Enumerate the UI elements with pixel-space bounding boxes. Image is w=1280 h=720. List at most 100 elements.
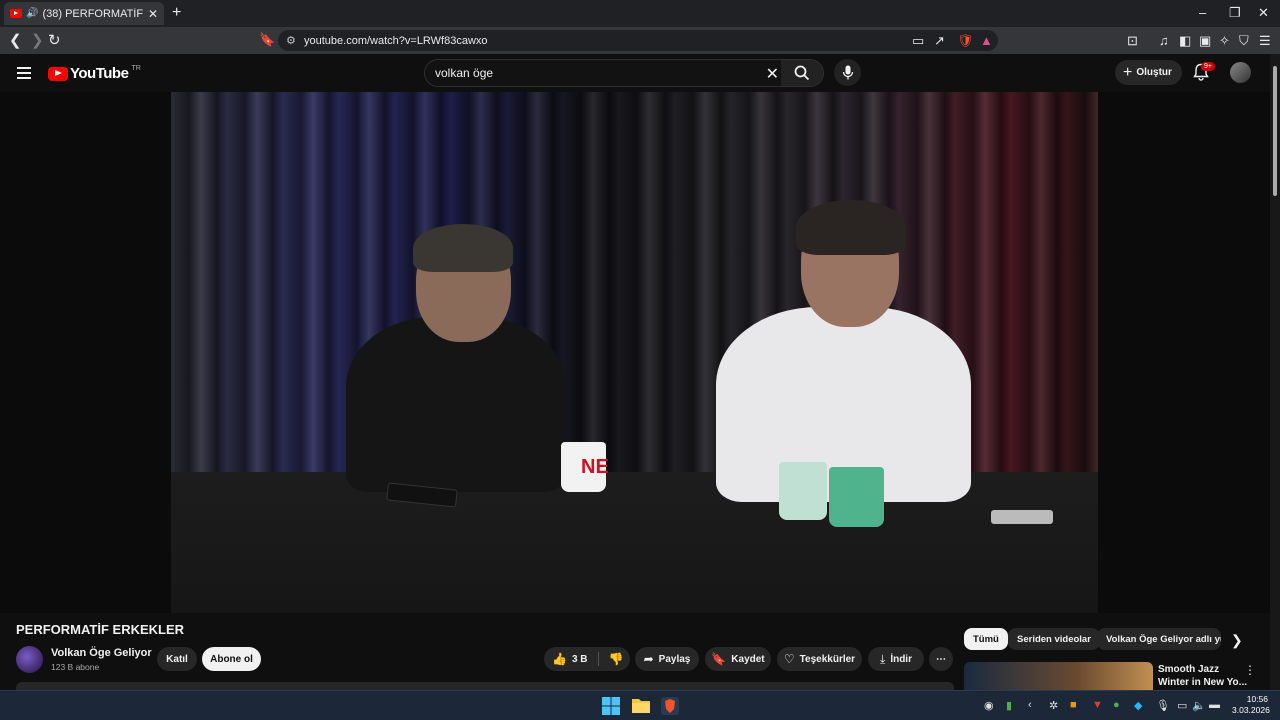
subscribe-button[interactable]: Abone ol xyxy=(202,647,261,671)
mug-green xyxy=(829,467,884,527)
page-scrollbar[interactable] xyxy=(1270,54,1280,690)
youtube-play-icon xyxy=(48,66,68,81)
like-icon[interactable]: 👍 xyxy=(552,652,567,666)
forward-icon[interactable]: ❯ xyxy=(31,31,44,49)
search-box[interactable]: volkan öge ✕ xyxy=(424,59,824,87)
sidebar-icon[interactable]: ◧ xyxy=(1179,33,1191,49)
restore-button[interactable]: ❐ xyxy=(1229,5,1241,21)
minimize-button[interactable]: – xyxy=(1199,5,1206,20)
chip-series[interactable]: Seriden videolar xyxy=(1008,628,1100,650)
tray-volume-icon[interactable]: 🔈 xyxy=(1192,699,1206,712)
guide-menu-icon[interactable] xyxy=(17,67,31,79)
youtube-logo[interactable]: YouTube TR xyxy=(48,65,141,82)
close-tab-icon[interactable]: ✕ xyxy=(148,7,158,21)
dislike-icon[interactable]: 👎 xyxy=(609,652,624,666)
like-divider xyxy=(597,652,599,666)
description-box[interactable] xyxy=(16,682,954,690)
speaker-icon[interactable]: 🔊 xyxy=(26,8,38,19)
clock-time: 10:56 xyxy=(1246,694,1268,704)
tray-power-icon[interactable]: ▬ xyxy=(1209,699,1220,711)
tray-shield-icon[interactable]: ▼ xyxy=(1092,699,1103,711)
chip-channel[interactable]: Volkan Öge Geliyor adlı yük xyxy=(1097,628,1221,650)
notification-badge: 9+ xyxy=(1201,62,1215,71)
user-avatar[interactable] xyxy=(1230,62,1251,83)
recommendation-thumbnail[interactable] xyxy=(964,662,1153,690)
country-code: TR xyxy=(131,65,141,72)
thanks-button[interactable]: ♡ Teşekkürler xyxy=(777,647,862,671)
youtube-favicon-icon xyxy=(10,9,22,18)
tray-mic-icon[interactable]: 🎙 xyxy=(1156,699,1170,712)
channel-avatar[interactable] xyxy=(16,646,43,673)
scrollbar-thumb[interactable] xyxy=(1273,66,1277,196)
super-thanks-icon: ♡ xyxy=(783,652,795,666)
recommendation-title[interactable]: Smooth Jazz Winter in New Yo... xyxy=(1158,663,1248,689)
search-input[interactable]: volkan öge xyxy=(435,66,493,80)
windows-taskbar: ◉ ▮ ‹ ✲ ■ ▼ ● ◆ 🎙 ▭ 🔈 ▬ 10:56 3.03.2026 xyxy=(0,690,1280,720)
plus-icon: + xyxy=(1123,63,1133,81)
video-frame[interactable]: NE xyxy=(171,92,1098,613)
mug-white: NE xyxy=(561,442,609,492)
taskbar-clock[interactable]: 10:56 3.03.2026 xyxy=(1232,694,1270,716)
logo-wordmark: YouTube xyxy=(70,65,129,82)
new-tab-button[interactable]: + xyxy=(172,4,181,22)
url-text: youtube.com/watch?v=LRWf83cawxo xyxy=(304,34,488,47)
tray-app-icon[interactable]: ◉ xyxy=(984,699,994,712)
tray-chevron-icon[interactable]: ‹ xyxy=(1028,699,1032,711)
tray-network-icon[interactable]: ▭ xyxy=(1177,699,1187,712)
file-explorer-icon[interactable] xyxy=(632,697,650,713)
site-info-icon[interactable]: ⚙ xyxy=(286,34,296,47)
voice-search-button[interactable] xyxy=(834,59,861,86)
like-count[interactable]: 3 B xyxy=(572,654,588,665)
create-button[interactable]: + Oluştur xyxy=(1115,60,1182,85)
search-button[interactable] xyxy=(781,60,823,86)
cast-icon[interactable]: ▭ xyxy=(912,33,924,49)
bookmark-save-icon: 🔖 xyxy=(711,652,727,666)
share-label: Paylaş xyxy=(658,653,691,665)
search-icon xyxy=(794,65,810,81)
browser-tab-active[interactable]: 🔊 (38) PERFORMATİF ERKEKLER ✕ xyxy=(4,2,164,25)
channel-name[interactable]: Volkan Öge Geliyor xyxy=(51,647,152,659)
menu-icon[interactable]: ☰ xyxy=(1259,33,1271,49)
leo-ai-icon[interactable]: ✧ xyxy=(1219,33,1230,49)
like-dislike-group: 👍 3 B 👎 xyxy=(544,647,630,671)
back-icon[interactable]: ❮ xyxy=(9,31,22,49)
reload-icon[interactable]: ↻ xyxy=(48,31,61,49)
device-on-table xyxy=(991,510,1053,524)
screenshot-icon[interactable]: ⊡ xyxy=(1127,33,1138,49)
vpn-icon[interactable]: ⛉ xyxy=(1239,33,1249,49)
tray-green-icon[interactable]: ● xyxy=(1113,699,1120,711)
rewards-icon[interactable]: ▲ xyxy=(980,33,993,48)
microphone-icon xyxy=(842,65,853,80)
chevron-right-icon[interactable]: ❯ xyxy=(1231,632,1243,649)
media-icon[interactable]: ♫ xyxy=(1159,33,1169,48)
bookmark-icon[interactable]: 🔖 xyxy=(259,32,275,48)
share-icon: ➦ xyxy=(643,652,654,666)
download-label: İndir xyxy=(890,653,912,665)
save-button[interactable]: 🔖 Kaydet xyxy=(705,647,771,671)
chip-all[interactable]: Tümü xyxy=(964,628,1008,650)
join-button[interactable]: Katıl xyxy=(157,647,197,671)
video-player[interactable]: NE xyxy=(0,92,1270,613)
more-actions-button[interactable]: ⋯ xyxy=(929,647,953,671)
mug-mint xyxy=(779,462,827,520)
recommendation-more-icon[interactable]: ⋮ xyxy=(1244,663,1256,677)
tray-settings-icon[interactable]: ✲ xyxy=(1049,699,1058,712)
tray-blue-icon[interactable]: ◆ xyxy=(1134,699,1142,712)
tray-orange-icon[interactable]: ■ xyxy=(1070,699,1077,711)
brave-browser-icon[interactable] xyxy=(661,697,679,715)
windows-start-icon[interactable] xyxy=(602,697,620,715)
address-bar[interactable]: ⚙ youtube.com/watch?v=LRWf83cawxo xyxy=(278,30,998,51)
close-window-button[interactable]: ✕ xyxy=(1258,5,1269,21)
host-left-body xyxy=(346,317,566,492)
youtube-header: YouTube TR volkan öge ✕ + Oluştur 9+ xyxy=(0,54,1270,92)
clock-date: 3.03.2026 xyxy=(1232,705,1270,715)
share-button[interactable]: ➦ Paylaş xyxy=(635,647,699,671)
tray-battery-icon[interactable]: ▮ xyxy=(1006,699,1012,712)
wallet-icon[interactable]: ▣ xyxy=(1199,33,1211,49)
clear-search-icon[interactable]: ✕ xyxy=(766,64,779,84)
download-button[interactable]: ⤓ İndir xyxy=(868,647,924,671)
share-page-icon[interactable]: ↗ xyxy=(934,33,945,49)
host-right-hair xyxy=(796,200,906,255)
brave-shield-icon[interactable]: 🛡 xyxy=(957,33,974,49)
browser-toolbar: ❮ ❯ ↻ 🔖 ⚙ youtube.com/watch?v=LRWf83cawx… xyxy=(0,27,1280,54)
